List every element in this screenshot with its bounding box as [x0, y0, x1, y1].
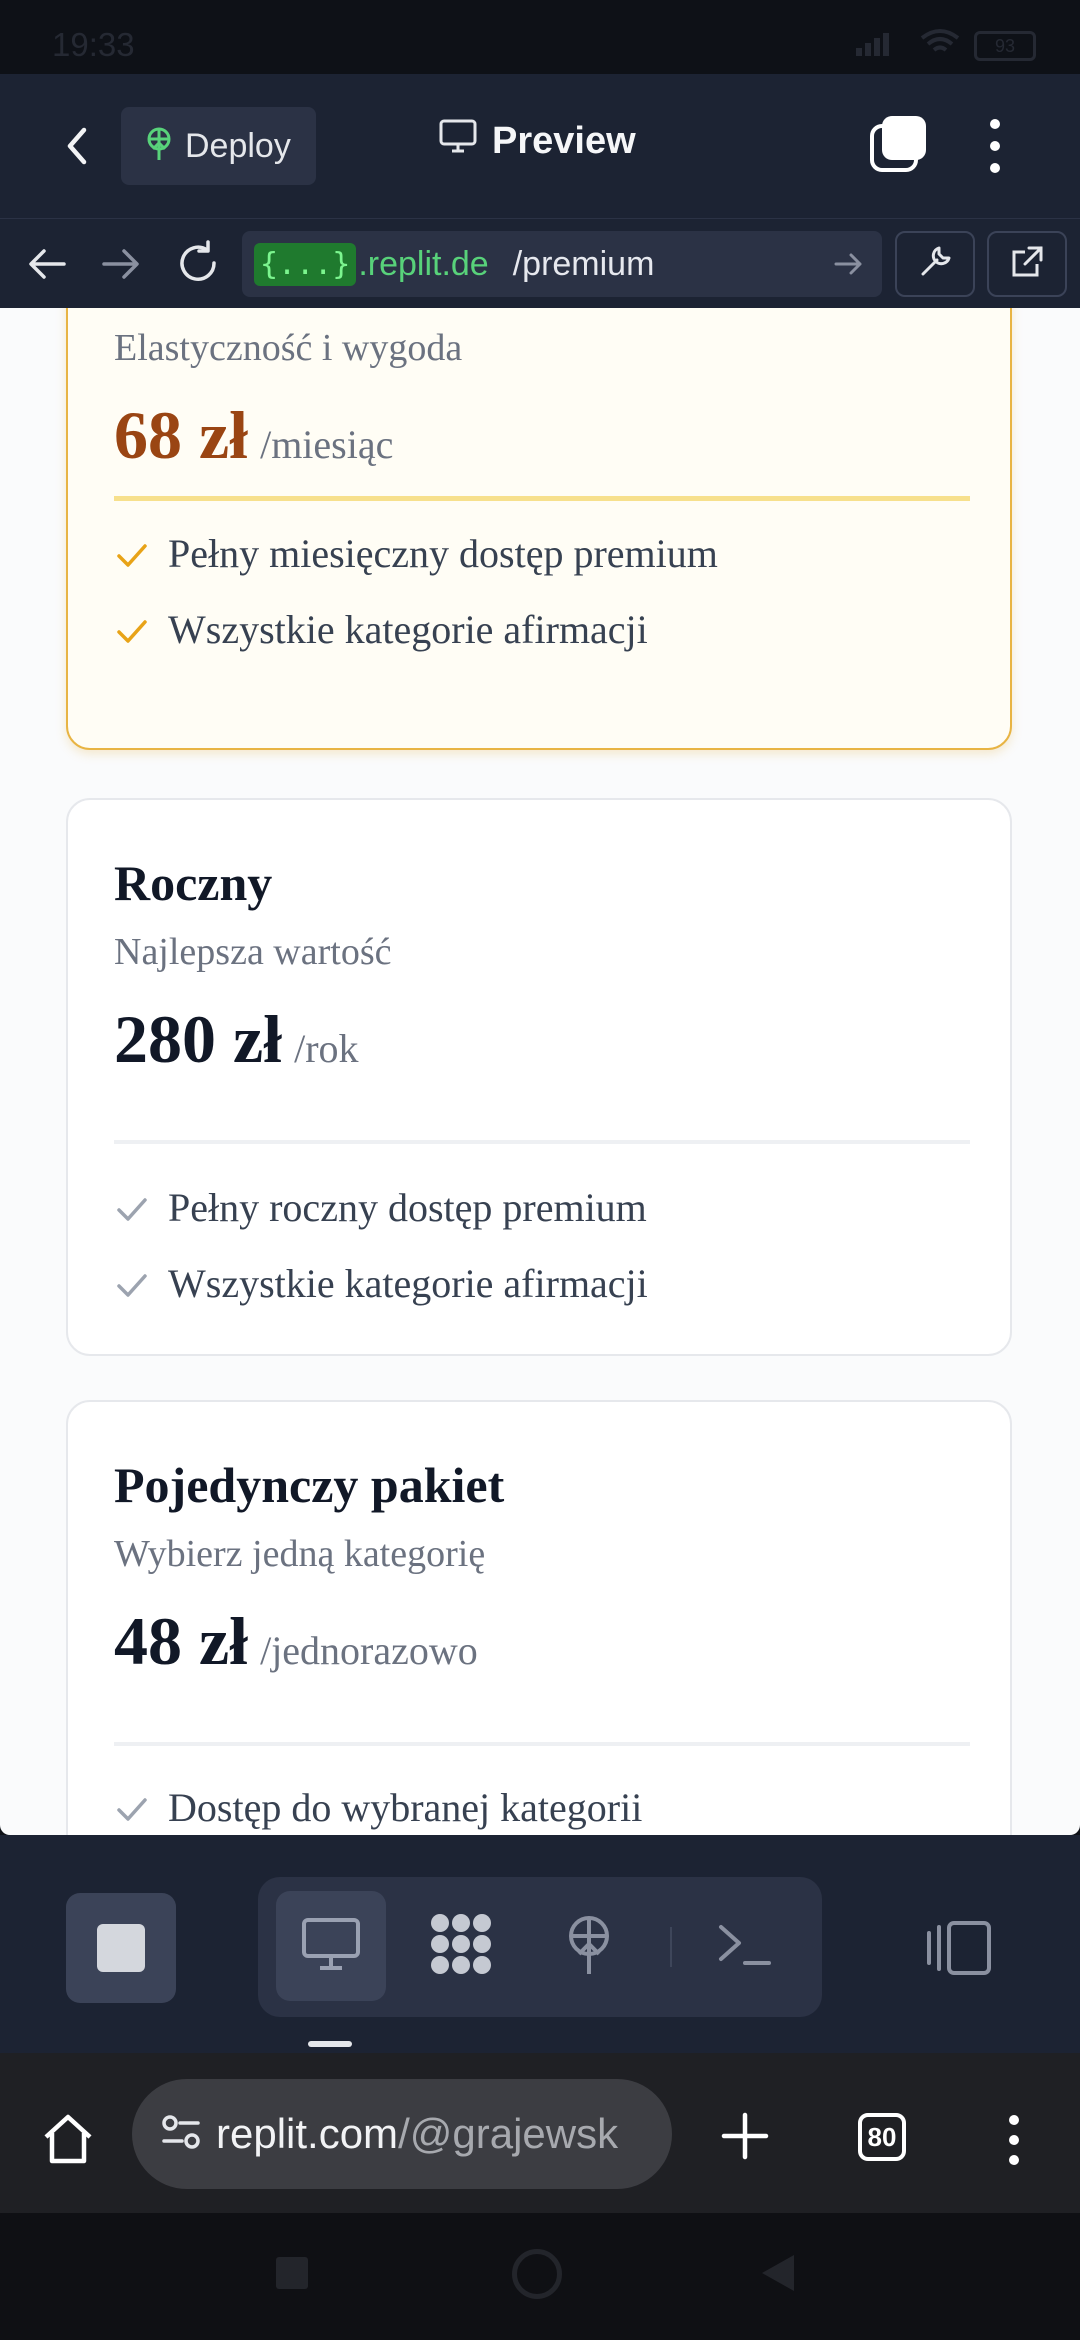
omnibox-domain: replit.com — [216, 2110, 399, 2157]
status-time: 19:33 — [52, 26, 135, 63]
open-new-tab-button[interactable] — [987, 231, 1067, 297]
terminal-icon — [715, 1919, 775, 1974]
deployments-tool-button[interactable] — [534, 1891, 644, 2001]
back-nav-icon[interactable] — [760, 2253, 796, 2298]
wifi-icon — [920, 28, 960, 63]
deploy-icon — [561, 1912, 617, 1981]
plan-price: 68 zł /miesiąc — [114, 396, 393, 475]
new-tab-plus-icon[interactable] — [720, 2111, 770, 2161]
plan-card-monthly[interactable]: Elastyczność i wygoda 68 zł /miesiąc Peł… — [66, 308, 1012, 750]
deploy-button[interactable]: Deploy — [121, 107, 316, 185]
home-nav-icon[interactable] — [512, 2249, 562, 2299]
check-icon — [114, 1266, 150, 1302]
url-host: .replit.de — [358, 244, 489, 283]
preview-label: Preview — [492, 119, 636, 162]
preview-tool-button[interactable] — [276, 1891, 386, 2001]
plan-feature: Pełny miesięczny dostęp premium — [114, 530, 718, 577]
devtools-wrench-button[interactable] — [895, 231, 975, 297]
plan-subtitle: Elastyczność i wygoda — [114, 327, 463, 369]
plan-feature: Pełny roczny dostęp premium — [114, 1184, 647, 1231]
plan-price-amount: 68 zł — [114, 397, 249, 473]
url-host-badge: {...} — [254, 242, 357, 286]
external-link-icon — [1009, 244, 1045, 285]
url-path: /premium — [512, 244, 655, 283]
preview-url-bar: {...} .replit.de /premium — [0, 218, 1080, 308]
more-vertical-icon[interactable] — [1002, 2113, 1026, 2167]
packages-icon — [426, 1909, 496, 1984]
plan-card-yearly[interactable]: Roczny Najlepsza wartość 280 zł /rok Peł… — [66, 798, 1012, 1356]
battery-icon: 93 — [974, 30, 1036, 61]
active-tab-indicator — [308, 2041, 352, 2047]
plan-feature-text: Wszystkie kategorie afirmacji — [168, 1261, 648, 1306]
deploy-label: Deploy — [185, 126, 291, 165]
wrench-icon — [917, 244, 953, 285]
more-vertical-icon[interactable] — [980, 114, 1010, 178]
plan-feature: Dostęp do wybranej kategorii — [114, 1784, 642, 1831]
plan-feature-text: Pełny miesięczny dostęp premium — [168, 531, 718, 576]
layout-toggle-icon[interactable] — [925, 1913, 995, 1983]
stop-button[interactable] — [66, 1893, 176, 2003]
plan-price-amount: 280 zł — [114, 1001, 283, 1077]
plan-price: 280 zł /rok — [114, 1000, 359, 1079]
browser-omnibox[interactable]: replit.com /@grajewsk — [132, 2079, 672, 2189]
replit-bottom-toolbar — [0, 1835, 1080, 2053]
plan-subtitle: Najlepsza wartość — [114, 931, 392, 973]
tabs-icon[interactable] — [868, 114, 928, 174]
plan-price: 48 zł /jednorazowo — [114, 1602, 478, 1681]
packages-tool-button[interactable] — [406, 1891, 516, 2001]
reload-icon[interactable] — [174, 239, 222, 287]
home-icon[interactable] — [40, 2111, 96, 2167]
plan-feature-text: Pełny roczny dostęp premium — [168, 1185, 647, 1230]
plan-subtitle: Wybierz jedną kategorię — [114, 1533, 486, 1575]
plan-title: Roczny — [114, 855, 273, 911]
status-icons: 93 — [856, 28, 1036, 63]
toolbar-divider — [670, 1927, 672, 1967]
plan-divider — [114, 496, 970, 501]
plan-feature-text: Dostęp do wybranej kategorii — [168, 1785, 643, 1830]
plan-price-amount: 48 zł — [114, 1603, 249, 1679]
arrow-right-icon[interactable] — [98, 241, 144, 287]
tool-switcher — [258, 1877, 822, 2017]
recents-icon[interactable] — [276, 2257, 308, 2289]
plan-divider — [114, 1742, 970, 1746]
arrow-left-icon[interactable] — [24, 241, 70, 287]
shell-tool-button[interactable] — [690, 1891, 800, 2001]
plan-title: Pojedynczy pakiet — [114, 1457, 505, 1513]
monitor-icon — [300, 1916, 362, 1977]
plan-price-period: /miesiąc — [260, 422, 394, 467]
check-icon — [114, 1190, 150, 1226]
go-arrow-icon[interactable] — [832, 247, 866, 281]
plan-price-period: /jednorazowo — [260, 1628, 478, 1673]
omnibox-path: /@grajewsk — [398, 2110, 619, 2157]
deploy-icon — [143, 126, 175, 167]
check-icon — [114, 612, 150, 648]
check-icon — [114, 536, 150, 572]
plan-feature: Wszystkie kategorie afirmacji — [114, 1260, 648, 1307]
stop-icon — [97, 1924, 145, 1972]
android-nav-bar — [0, 2213, 1080, 2340]
preview-page[interactable]: Elastyczność i wygoda 68 zł /miesiąc Peł… — [0, 308, 1080, 1835]
plan-feature-text: Wszystkie kategorie afirmacji — [168, 607, 648, 652]
plan-divider — [114, 1140, 970, 1144]
tab-count-button[interactable]: 80 — [858, 2113, 906, 2161]
preview-tab[interactable]: Preview — [438, 118, 636, 164]
status-bar: 19:33 93 — [0, 0, 1080, 74]
url-input[interactable]: {...} .replit.de /premium — [242, 231, 882, 297]
monitor-icon — [438, 118, 478, 164]
back-chevron-icon[interactable] — [52, 120, 104, 172]
plan-price-period: /rok — [294, 1026, 359, 1071]
site-settings-icon[interactable] — [160, 2111, 202, 2158]
signal-icon — [856, 30, 906, 61]
plan-feature: Wszystkie kategorie afirmacji — [114, 606, 648, 653]
plan-card-single[interactable]: Pojedynczy pakiet Wybierz jedną kategori… — [66, 1400, 1012, 1835]
replit-topbar: Deploy Preview — [0, 74, 1080, 218]
check-icon — [114, 1790, 150, 1826]
browser-bottom-bar: replit.com /@grajewsk 80 — [0, 2053, 1080, 2213]
